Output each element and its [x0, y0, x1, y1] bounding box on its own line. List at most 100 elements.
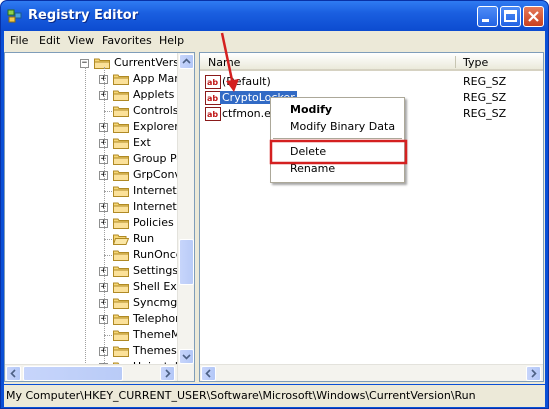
menu-item-modify-binary-data[interactable]: Modify Binary Data [271, 118, 404, 135]
menu-file[interactable]: File [10, 34, 28, 47]
menu-favorites[interactable]: Favorites [102, 34, 152, 47]
folder-icon [94, 58, 110, 69]
scroll-right-button[interactable] [526, 366, 541, 381]
open-folder-icon [113, 234, 129, 245]
values-horizontal-scrollbar[interactable] [200, 364, 543, 381]
menu-item-label: Modify Binary Data [290, 120, 396, 133]
scroll-left-button[interactable] [201, 366, 216, 381]
tree-node[interactable]: RunOnce [5, 247, 183, 263]
string-value-icon: ab [205, 75, 221, 89]
minimize-icon [482, 19, 489, 22]
menu-item-rename[interactable]: Rename [271, 160, 404, 177]
folder-icon [113, 170, 129, 181]
folder-icon [113, 90, 129, 101]
menu-help[interactable]: Help [159, 34, 184, 47]
column-type[interactable]: Type [463, 56, 488, 69]
menu-item-label: Modify [290, 103, 333, 116]
tree-node[interactable]: + Group Po [5, 151, 183, 167]
tree-node[interactable]: + Telephon [5, 311, 182, 327]
tree-node[interactable]: + Ext [5, 135, 177, 151]
folder-icon [113, 186, 129, 197]
tree-connector-line [104, 67, 105, 381]
folder-icon [113, 266, 129, 277]
registry-editor-icon [7, 9, 22, 23]
tree-node[interactable]: Controls [5, 103, 179, 119]
tree-node-label: Explorer [133, 120, 179, 133]
value-name: (Default) [222, 75, 271, 88]
menu-separator [273, 138, 402, 139]
scroll-thumb[interactable] [179, 239, 194, 285]
folder-icon [113, 282, 129, 293]
folder-icon [113, 218, 129, 229]
folder-icon [113, 106, 129, 117]
menu-view[interactable]: View [68, 34, 94, 47]
tree-connector-line [85, 67, 86, 381]
folder-icon [113, 202, 129, 213]
svg-text:ab: ab [207, 94, 218, 103]
title-bar[interactable]: Registry Editor [1, 1, 548, 31]
menu-item-delete[interactable]: Delete [271, 143, 404, 160]
svg-text:ab: ab [207, 78, 218, 87]
folder-icon [113, 298, 129, 309]
tree-node-label: Run [133, 232, 155, 245]
scroll-right-button[interactable] [160, 366, 175, 381]
folder-icon [113, 346, 129, 357]
scroll-left-button[interactable] [6, 366, 21, 381]
menu-item-modify[interactable]: Modify [271, 101, 404, 118]
chevron-left-icon [10, 369, 16, 378]
tree-node[interactable]: + Syncmgr [5, 295, 182, 311]
tree-node[interactable]: Internet [5, 183, 177, 199]
column-divider[interactable] [455, 56, 456, 68]
tree-node[interactable]: + Shell Exte [5, 279, 188, 295]
tree-node[interactable]: + Policies [5, 215, 177, 231]
close-button[interactable] [523, 6, 544, 27]
tree-node[interactable]: + Applets [5, 87, 177, 103]
tree-node[interactable]: + Explorer [5, 119, 179, 135]
chevron-left-icon [205, 369, 211, 378]
tree-node[interactable]: + App Mana [5, 71, 188, 87]
column-name[interactable]: Name [208, 56, 240, 69]
menu-item-label: Rename [290, 162, 336, 175]
tree-node[interactable]: Run [5, 231, 177, 247]
horizontal-scroll-thumb[interactable] [23, 366, 123, 381]
tree-node[interactable]: + Settings [5, 263, 179, 279]
tree-node-label: Controls [133, 104, 179, 117]
folder-icon [113, 154, 129, 165]
value-type: REG_SZ [463, 91, 507, 104]
value-type: REG_SZ [463, 107, 507, 120]
tree-node-label: Settings [133, 264, 179, 277]
tree-node[interactable]: + Internet [5, 199, 177, 215]
tree-node-label: Group Po [133, 152, 183, 165]
window-title: Registry Editor [28, 8, 139, 23]
status-bar: My Computer\HKEY_CURRENT_USER\Software\M… [4, 385, 545, 407]
tree-pane[interactable]: − CurrentVersion + App Mana + Applets Controls… [4, 52, 195, 382]
chevron-down-icon [182, 354, 191, 360]
folder-icon [113, 314, 129, 325]
folder-icon [113, 74, 129, 85]
string-value-icon: ab [205, 91, 221, 105]
minimize-button[interactable] [477, 6, 498, 27]
tree-node-label: RunOnce [133, 248, 183, 261]
tree-node-currentversion[interactable]: − CurrentVersion [5, 55, 194, 71]
tree-node-label: GrpConv [133, 168, 181, 181]
tree-node-label: Telephon [133, 312, 183, 325]
tree-node-label: Syncmgr [133, 296, 182, 309]
menu-bar: File Edit View Favorites Help [4, 31, 545, 50]
tree-node[interactable]: ThemeMa [5, 327, 187, 343]
chevron-right-icon [165, 369, 171, 378]
string-value-icon: ab [205, 107, 221, 121]
tree-horizontal-scrollbar[interactable] [5, 364, 177, 381]
close-icon [528, 11, 539, 22]
tree-node[interactable]: + GrpConv [5, 167, 181, 183]
menu-edit[interactable]: Edit [39, 34, 60, 47]
value-row[interactable]: ab (Default) REG_SZ [200, 74, 540, 90]
maximize-button[interactable] [500, 6, 521, 27]
scroll-down-button[interactable] [179, 349, 194, 364]
folder-icon [113, 122, 129, 133]
scroll-up-button[interactable] [179, 54, 194, 69]
tree-vertical-scrollbar[interactable] [177, 53, 194, 381]
folder-icon [113, 250, 129, 261]
folder-icon [113, 330, 129, 341]
tree-node[interactable]: + Themes [5, 343, 177, 359]
maximize-icon [504, 10, 517, 22]
